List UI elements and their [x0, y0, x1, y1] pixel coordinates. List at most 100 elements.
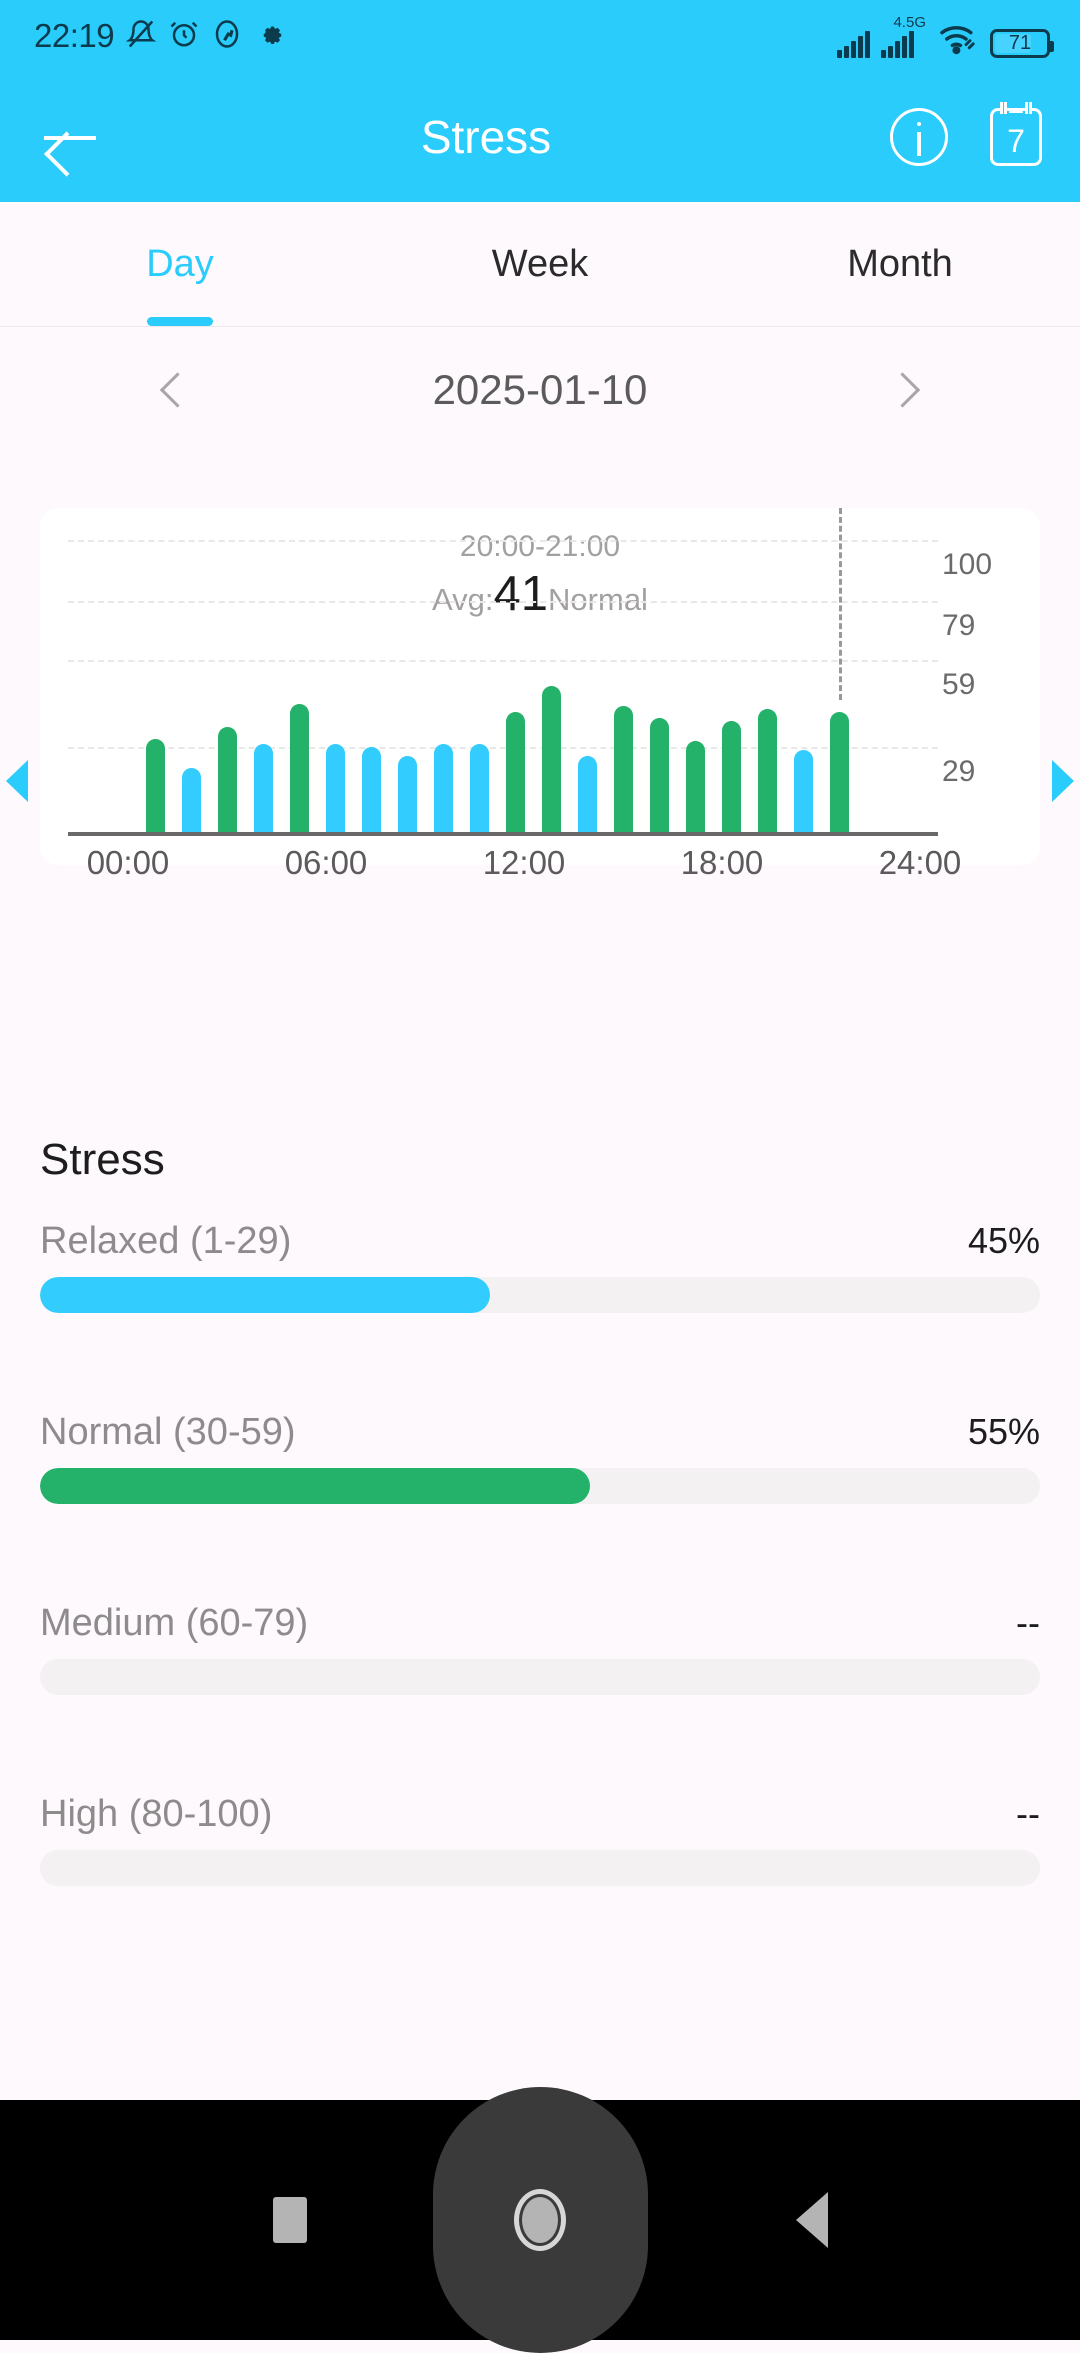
- tab-day[interactable]: Day: [0, 202, 360, 326]
- x-axis-tick-label: 24:00: [878, 844, 962, 881]
- signal-bars-icon: [837, 30, 871, 58]
- average-status-label: Normal: [548, 582, 648, 617]
- average-prefix-label: Avg:: [432, 582, 494, 617]
- info-icon[interactable]: [890, 108, 948, 166]
- calendar-day-number: 7: [1007, 123, 1025, 159]
- circle-home-icon[interactable]: [432, 2087, 648, 2353]
- stress-level-name: Relaxed (1-29): [40, 1220, 292, 1262]
- average-value: 41: [493, 567, 549, 621]
- previous-day-arrow[interactable]: [6, 760, 28, 802]
- stress-level-progress-track: [40, 1850, 1040, 1886]
- stress-level-progress-track: [40, 1468, 1040, 1504]
- tab-week-label: Week: [491, 242, 589, 285]
- y-axis-tick-label: 79: [942, 609, 976, 643]
- chart-bar[interactable]: [146, 738, 165, 832]
- activity-icon: [212, 18, 242, 55]
- stress-chart-card: 20:00-21:00 Avg: 41 Normal 29 59 79 100 00:…: [40, 508, 1040, 881]
- chart-x-axis-labels: 00:00 06:00 12:00 18:00 24:00: [40, 844, 1040, 904]
- battery-level-label: 71: [1008, 31, 1032, 54]
- chart-bar[interactable]: [362, 747, 381, 832]
- stress-level-progress-fill: [40, 1468, 590, 1504]
- stress-level-percent: 45%: [967, 1220, 1040, 1261]
- alarm-icon: [169, 18, 199, 55]
- tab-month[interactable]: Month: [720, 202, 1080, 326]
- triangle-back-icon[interactable]: [796, 2192, 828, 2248]
- app-bar: Stress 7: [0, 72, 1080, 202]
- next-day-arrow[interactable]: [1052, 760, 1074, 802]
- chart-bar[interactable]: [578, 756, 597, 832]
- tab-active-underline: [147, 317, 213, 326]
- chart-bar[interactable]: [290, 703, 309, 832]
- android-nav-bar: [0, 2087, 1080, 2353]
- calendar-top-bar: [1009, 109, 1023, 113]
- chart-bar[interactable]: [470, 744, 489, 832]
- wifi-icon: [937, 23, 979, 60]
- stress-level-percent: --: [1016, 1793, 1040, 1834]
- period-tabs: Day Week Month: [0, 202, 1080, 327]
- stress-level-row: Relaxed (1-29) 45%: [40, 1220, 1040, 1313]
- x-axis-tick-label: 18:00: [680, 844, 764, 881]
- stress-level-percent: --: [1016, 1602, 1040, 1643]
- stress-level-progress-fill: [40, 1277, 490, 1313]
- status-bar-clock: 22:19: [34, 17, 115, 54]
- selected-time-range: 20:00-21:00: [459, 530, 621, 563]
- chart-bar[interactable]: [182, 767, 201, 832]
- chart-bar[interactable]: [614, 706, 633, 832]
- chart-bar[interactable]: [398, 756, 417, 832]
- chart-bar[interactable]: [722, 721, 741, 832]
- current-date-label: 2025-01-10: [432, 365, 648, 413]
- stress-level-progress-track: [40, 1277, 1040, 1313]
- status-bar-notification-icons: [125, 18, 285, 55]
- chart-bar[interactable]: [506, 712, 525, 832]
- stress-level-row: High (80-100) --: [40, 1793, 1040, 1886]
- calendar-tick-right: [1025, 102, 1032, 114]
- chart-bar[interactable]: [830, 712, 849, 832]
- network-type-label: 4.5G: [893, 13, 926, 31]
- tab-month-label: Month: [847, 242, 953, 285]
- x-axis-tick-label: 12:00: [482, 844, 566, 881]
- average-summary: Avg: 41 Normal: [40, 570, 1040, 619]
- tab-day-label: Day: [146, 242, 214, 285]
- selection-line: [839, 508, 842, 700]
- stress-level-progress-track: [40, 1659, 1040, 1695]
- chevron-left-icon[interactable]: [130, 345, 220, 435]
- chart-bar[interactable]: [650, 718, 669, 832]
- gridline: [68, 540, 938, 542]
- chart-bar[interactable]: [794, 750, 813, 832]
- bell-muted-icon: [125, 18, 157, 55]
- network-type-group: 4.5G: [881, 15, 926, 58]
- chart-bar[interactable]: [758, 709, 777, 832]
- chart-bar[interactable]: [686, 741, 705, 832]
- calendar-icon[interactable]: 7: [990, 102, 1042, 166]
- chevron-right-icon[interactable]: [860, 345, 950, 435]
- x-axis-tick-label: 00:00: [86, 844, 170, 881]
- page-title: Stress: [420, 111, 552, 163]
- stress-bar-chart[interactable]: [68, 508, 938, 832]
- date-navigator: 2025-01-10: [0, 327, 1080, 452]
- x-axis-tick-label: 06:00: [284, 844, 368, 881]
- stress-level-row: Medium (60-79) --: [40, 1602, 1040, 1695]
- square-recents-icon[interactable]: [273, 2197, 307, 2243]
- chart-bar[interactable]: [434, 744, 453, 832]
- chart-bar[interactable]: [218, 726, 237, 832]
- status-bar: 22:19 4.5G 71: [0, 0, 1080, 72]
- stress-level-name: Medium (60-79): [40, 1602, 309, 1644]
- y-axis-tick-label: 29: [942, 755, 976, 789]
- calendar-tick-left: [1000, 102, 1007, 114]
- chart-bar[interactable]: [326, 744, 345, 832]
- stress-level-name: High (80-100): [40, 1793, 273, 1835]
- signal-bars-secondary-icon: [881, 30, 915, 58]
- stress-level-percent: 55%: [967, 1411, 1040, 1452]
- stress-level-row: Normal (30-59) 55%: [40, 1411, 1040, 1504]
- status-bar-system-icons: 4.5G 71: [837, 15, 1054, 60]
- section-title: Stress: [40, 1135, 165, 1184]
- tab-week[interactable]: Week: [360, 202, 720, 326]
- chart-bar[interactable]: [542, 686, 561, 832]
- gear-icon: [255, 19, 285, 54]
- chart-bars: [68, 652, 938, 832]
- y-axis-tick-label: 59: [942, 667, 976, 701]
- back-button[interactable]: [38, 105, 102, 169]
- chart-bar[interactable]: [254, 744, 273, 832]
- gridline: [68, 601, 938, 604]
- chart-x-axis-line: [68, 832, 938, 836]
